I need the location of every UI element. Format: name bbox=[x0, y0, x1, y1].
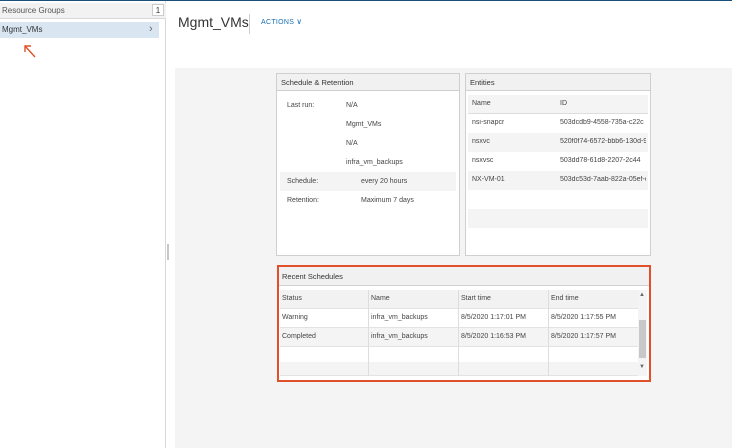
table-row[interactable]: nsxvsc 503dd78-61d8-2207-2c44 bbox=[468, 152, 648, 171]
entity-name: nsxvsc bbox=[472, 157, 494, 164]
table-row[interactable]: nsi-snapcr 503dcdb9-4558-735a-c22c bbox=[468, 114, 648, 133]
last-run-value-2: N/A bbox=[346, 140, 358, 147]
resource-groups-header[interactable]: Resource Groups 1 bbox=[0, 3, 166, 19]
col-start-time[interactable]: Start time bbox=[461, 295, 491, 302]
entity-id: 520f0f74-6572-bbb6-130d-9 bbox=[560, 138, 646, 145]
schedule-name: infra_vm_backups bbox=[371, 314, 428, 321]
scroll-down-icon[interactable]: ▼ bbox=[639, 364, 645, 370]
chevron-right-icon[interactable]: › bbox=[149, 23, 153, 35]
col-name[interactable]: Name bbox=[371, 295, 390, 302]
resource-groups-label: Resource Groups bbox=[2, 6, 65, 15]
entity-id: 503dc53d-7aab-822a-05ef-c bbox=[560, 176, 646, 183]
entity-name: NX-VM-01 bbox=[472, 176, 505, 183]
schedule-label: Schedule: bbox=[287, 178, 319, 185]
page-title: Mgmt_VMs bbox=[178, 14, 249, 30]
sidebar-item-label: Mgmt_VMs bbox=[2, 25, 43, 34]
schedule-retention-title: Schedule & Retention bbox=[277, 74, 459, 91]
entity-name: nsi-snapcr bbox=[472, 119, 505, 126]
sidebar-item-mgmt-vms[interactable]: Mgmt_VMs › bbox=[0, 22, 159, 38]
schedule-value: every 20 hours bbox=[361, 178, 408, 185]
entity-id: 503dcdb9-4558-735a-c22c bbox=[560, 119, 644, 126]
retention-value: Maximum 7 days bbox=[361, 197, 414, 204]
table-row-empty bbox=[468, 190, 648, 209]
schedule-start: 8/5/2020 1:16:53 PM bbox=[461, 333, 526, 340]
col-status[interactable]: Status bbox=[282, 295, 302, 302]
entity-name: nsxvc bbox=[472, 138, 490, 145]
last-run-policy: infra_vm_backups bbox=[346, 159, 403, 166]
schedule-retention-panel: Schedule & Retention Last run: N/A Mgmt_… bbox=[276, 73, 460, 256]
table-row-empty bbox=[280, 362, 638, 376]
column-divider[interactable] bbox=[548, 290, 549, 376]
chevron-down-icon: ∨ bbox=[296, 17, 303, 26]
column-divider[interactable] bbox=[458, 290, 459, 376]
entities-col-id[interactable]: ID bbox=[560, 100, 567, 107]
sidebar: Resource Groups 1 Mgmt_VMs › bbox=[0, 1, 166, 448]
recent-schedules-scrollbar[interactable]: ▲ ▼ bbox=[638, 290, 647, 376]
recent-schedules-header-row: Status Name Start time End time bbox=[280, 290, 638, 309]
resource-groups-count: 1 bbox=[152, 4, 164, 16]
arrow-annotation-icon bbox=[24, 45, 36, 58]
entity-id: 503dd78-61d8-2207-2c44 bbox=[560, 157, 641, 164]
recent-schedules-title: Recent Schedules bbox=[279, 267, 649, 286]
col-end-time[interactable]: End time bbox=[551, 295, 579, 302]
schedule-status: Warning bbox=[282, 314, 308, 321]
entities-panel: Entities Name ID nsi-snapcr 503dcdb9-455… bbox=[465, 73, 651, 256]
splitter-handle[interactable] bbox=[167, 244, 169, 260]
schedule-end: 8/5/2020 1:17:57 PM bbox=[551, 333, 616, 340]
table-row-empty bbox=[468, 209, 648, 228]
actions-label: ACTIONS bbox=[261, 19, 295, 26]
column-divider[interactable] bbox=[368, 290, 369, 376]
schedule-name: infra_vm_backups bbox=[371, 333, 428, 340]
entities-title: Entities bbox=[466, 74, 650, 91]
scroll-thumb[interactable] bbox=[639, 320, 646, 358]
retention-label: Retention: bbox=[287, 197, 319, 204]
scroll-up-icon[interactable]: ▲ bbox=[639, 292, 645, 298]
table-row[interactable]: Completed infra_vm_backups 8/5/2020 1:16… bbox=[280, 328, 638, 347]
schedule-end: 8/5/2020 1:17:55 PM bbox=[551, 314, 616, 321]
actions-button[interactable]: ACTIONS ∨ bbox=[261, 17, 302, 26]
last-run-value: N/A bbox=[346, 102, 358, 109]
table-row[interactable]: nsxvc 520f0f74-6572-bbb6-130d-9 bbox=[468, 133, 648, 152]
entities-header-row: Name ID bbox=[468, 95, 648, 114]
schedule-status: Completed bbox=[282, 333, 316, 340]
last-run-label: Last run: bbox=[287, 102, 315, 109]
schedule-start: 8/5/2020 1:17:01 PM bbox=[461, 314, 526, 321]
title-divider bbox=[249, 14, 250, 34]
table-row[interactable]: Warning infra_vm_backups 8/5/2020 1:17:0… bbox=[280, 309, 638, 328]
entities-col-name[interactable]: Name bbox=[472, 100, 491, 107]
last-run-group: Mgmt_VMs bbox=[346, 121, 382, 128]
table-row[interactable]: NX-VM-01 503dc53d-7aab-822a-05ef-c bbox=[468, 171, 648, 190]
